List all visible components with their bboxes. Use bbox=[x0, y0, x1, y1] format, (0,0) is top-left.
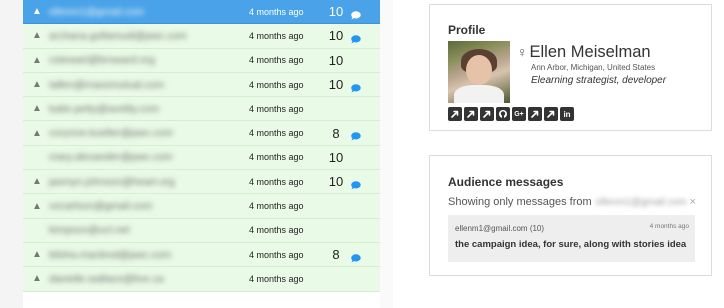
list-item-email: cstewart@broward.org bbox=[49, 54, 155, 67]
list-item-time: 4 months ago bbox=[249, 30, 304, 41]
list-item-count: 10 bbox=[328, 77, 344, 93]
message-text: the campaign idea, for sure, along with … bbox=[455, 239, 687, 250]
list-item-time: 4 months ago bbox=[249, 152, 304, 163]
list-item[interactable]: kimpson@ucl.net 4 months ago bbox=[23, 218, 380, 243]
person-icon: ▲ bbox=[32, 54, 42, 66]
list-item-time: 4 months ago bbox=[249, 128, 304, 139]
person-icon: ▲ bbox=[32, 6, 42, 18]
list-item-time: 4 months ago bbox=[249, 249, 304, 260]
external-link-icon[interactable] bbox=[448, 107, 462, 121]
message-time: 4 months ago bbox=[649, 223, 689, 230]
audience-title: Audience messages bbox=[448, 175, 564, 189]
messages-list-panel: ▲ ellenm1@gmail.com 4 months ago 10 ▲ archana… bbox=[0, 0, 393, 308]
filter-line: Showing only messages from ellenm1@gmail… bbox=[448, 196, 696, 208]
list-item-count: 8 bbox=[332, 247, 340, 263]
list-item-count: 10 bbox=[328, 174, 344, 190]
female-icon: ♀ bbox=[517, 44, 528, 60]
list-item-time: 4 months ago bbox=[249, 55, 304, 66]
linkedin-icon[interactable]: in bbox=[560, 107, 574, 121]
list-item[interactable]: ▲ cecarlson@gmail.com 4 months ago bbox=[23, 194, 380, 219]
list-item-time: 4 months ago bbox=[249, 103, 304, 114]
chat-bubble-icon[interactable] bbox=[350, 80, 361, 93]
chat-bubble-icon[interactable] bbox=[350, 128, 361, 142]
profile-role: Elearning strategist, developer bbox=[531, 75, 667, 86]
list-item-time: 4 months ago bbox=[249, 79, 304, 90]
profile-name: ♀ Ellen Meiselman bbox=[517, 43, 651, 62]
list-item-email: kimpson@ucl.net bbox=[49, 224, 130, 237]
list-item-email: ellenm1@gmail.com bbox=[49, 5, 145, 18]
audience-message: ellenm1@gmail.com (10) 4 months ago the … bbox=[448, 215, 695, 262]
list-item[interactable]: ▲ archana.gollamudi@pwc.com 4 months ago 10 bbox=[23, 24, 380, 49]
list-item[interactable]: ▲ ellenm1@gmail.com 4 months ago 10 bbox=[23, 0, 380, 25]
list-item-email: mary.alexander@pwc.com bbox=[49, 151, 173, 164]
list-item-count: 8 bbox=[332, 125, 340, 141]
person-icon: ▲ bbox=[32, 30, 42, 42]
list-item-email: jasmyn.johnson@heart.org bbox=[49, 175, 175, 188]
list-item[interactable]: mary.alexander@pwc.com 4 months ago 10 bbox=[23, 145, 380, 171]
person-icon: ▲ bbox=[32, 127, 42, 139]
list-item[interactable]: ▲ tallen@massmutual.com 4 months ago 10 bbox=[23, 72, 380, 98]
audience-messages-card: Audience messages Showing only messages … bbox=[429, 155, 712, 276]
external-link-icon[interactable] bbox=[480, 107, 494, 121]
list-item-time: 4 months ago bbox=[249, 225, 304, 236]
list-item[interactable]: ▲ katie.petty@avelity.com 4 months ago bbox=[23, 97, 380, 122]
avatar bbox=[448, 41, 510, 103]
list-scroll-gutter[interactable] bbox=[380, 0, 393, 308]
clear-filter-icon[interactable]: × bbox=[689, 196, 695, 208]
list-item[interactable]: ▲ jasmyn.johnson@heart.org 4 months ago 10 bbox=[23, 170, 380, 195]
list-item[interactable]: ▲ bilsha.macleod@pwc.com 4 months ago 8 bbox=[23, 242, 380, 268]
list-item-email: bilsha.macleod@pwc.com bbox=[49, 248, 172, 261]
person-icon: ▲ bbox=[32, 249, 42, 261]
list-item-email: archana.gollamudi@pwc.com bbox=[49, 29, 187, 42]
list-item-email: cecarlson@gmail.com bbox=[49, 200, 153, 213]
person-icon: ▲ bbox=[32, 273, 42, 285]
message-sender: ellenm1@gmail.com (10) bbox=[455, 224, 545, 233]
list-item-count: 10 bbox=[328, 149, 344, 165]
list-item-time: 4 months ago bbox=[249, 176, 304, 187]
list-item-count: 10 bbox=[328, 52, 344, 68]
external-link-icon[interactable] bbox=[544, 107, 558, 121]
list-left-gutter bbox=[0, 0, 23, 308]
list-item[interactable]: ▲ cstewart@broward.org 4 months ago 10 bbox=[23, 48, 380, 73]
profile-card: Profile ♀ Ellen Meiselman Ann Arbor, Mich… bbox=[429, 4, 712, 131]
list-item-count: 10 bbox=[328, 4, 344, 20]
filter-prefix: Showing only messages from bbox=[448, 196, 592, 208]
list-item-time: 4 months ago bbox=[249, 273, 304, 284]
person-icon: ▲ bbox=[32, 79, 42, 91]
list-item[interactable]: ▲ corynne.kuelter@pwc.com 4 months ago 8 bbox=[23, 121, 380, 146]
github-icon[interactable] bbox=[496, 107, 510, 121]
external-link-icon[interactable] bbox=[528, 107, 542, 121]
list-item-time: 4 months ago bbox=[249, 6, 304, 17]
profile-title: Profile bbox=[448, 23, 486, 37]
chat-bubble-icon[interactable] bbox=[350, 7, 361, 20]
list-item-email: tallen@massmutual.com bbox=[49, 78, 165, 91]
chat-bubble-icon[interactable] bbox=[350, 177, 361, 190]
profile-location: Ann Arbor, Michigan, United States bbox=[531, 63, 656, 72]
google-plus-icon[interactable]: G+ bbox=[512, 107, 526, 121]
list-item-email: corynne.kuelter@pwc.com bbox=[49, 127, 173, 140]
list-item-email: katie.petty@avelity.com bbox=[49, 102, 160, 115]
person-icon: ▲ bbox=[32, 103, 42, 115]
list-item-time: 4 months ago bbox=[249, 201, 304, 212]
person-icon: ▲ bbox=[32, 200, 42, 212]
person-icon: ▲ bbox=[32, 176, 42, 188]
list-item-count: 10 bbox=[328, 28, 344, 44]
chat-bubble-icon[interactable] bbox=[350, 31, 361, 44]
profile-name-text: Ellen Meiselman bbox=[529, 43, 651, 61]
list-item[interactable]: ▲ danielle.wallace@live.ca 4 months ago bbox=[23, 267, 380, 292]
messages-list: ▲ ellenm1@gmail.com 4 months ago 10 ▲ archana… bbox=[23, 0, 380, 308]
list-item-email: danielle.wallace@live.ca bbox=[49, 272, 164, 285]
filter-email: ellenm1@gmail.com bbox=[595, 196, 687, 208]
chat-bubble-icon[interactable] bbox=[350, 250, 361, 263]
external-link-icon[interactable] bbox=[464, 107, 478, 121]
social-links: G+ in bbox=[448, 107, 574, 121]
